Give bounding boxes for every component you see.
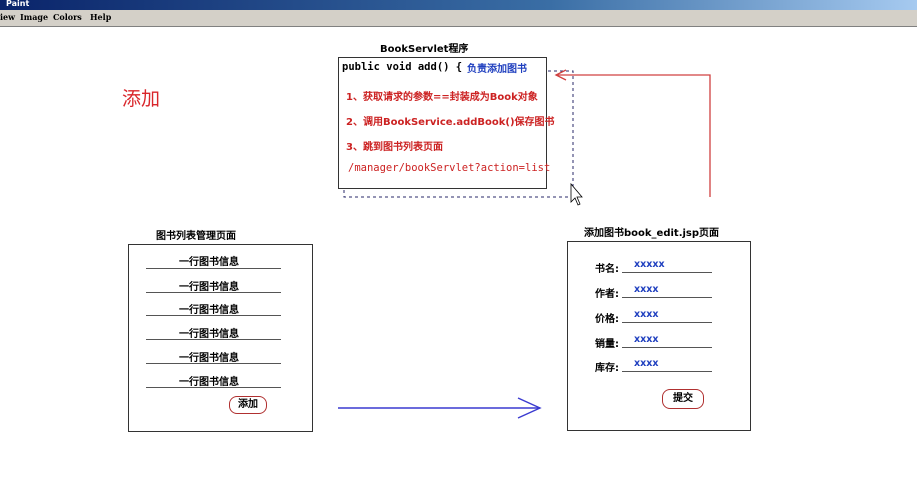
- field-label-price: 价格:: [595, 314, 619, 325]
- list-row-1: 一行图书信息: [179, 257, 239, 268]
- list-row-underline: [146, 292, 281, 293]
- servlet-title: BookServlet程序: [380, 44, 469, 55]
- field-value-author: xxxx: [634, 284, 659, 295]
- title-bar: Paint: [0, 0, 917, 10]
- list-row-underline: [146, 387, 281, 388]
- paint-canvas[interactable]: 添加 BookServlet程序 public void add() { 负责添…: [0, 27, 917, 498]
- window-title: Paint: [6, 0, 30, 8]
- list-row-underline: [146, 339, 281, 340]
- menu-bar: iew Image Colors Help: [0, 10, 917, 27]
- field-label-sales: 销量:: [595, 339, 619, 350]
- servlet-redirect-url: /manager/bookServlet?action=list: [348, 162, 551, 174]
- list-row-underline: [146, 268, 281, 269]
- list-page-box: 一行图书信息 一行图书信息 一行图书信息 一行图书信息 一行图书信息 一行图书信…: [128, 244, 313, 432]
- servlet-step-1: 1、获取请求的参数==封装成为Book对象: [346, 92, 538, 103]
- list-row-6: 一行图书信息: [179, 377, 239, 388]
- menu-view[interactable]: iew: [0, 12, 15, 22]
- field-label-stock: 库存:: [595, 363, 619, 374]
- list-row-underline: [146, 363, 281, 364]
- mouse-cursor-icon: [570, 182, 583, 206]
- menu-colors[interactable]: Colors: [53, 12, 82, 22]
- submit-button: 提交: [662, 389, 704, 409]
- field-label-author: 作者:: [595, 289, 619, 300]
- field-value-sales: xxxx: [634, 334, 659, 345]
- servlet-method-comment: 负责添加图书: [467, 64, 527, 75]
- add-button: 添加: [229, 396, 267, 414]
- field-value-title: xxxxx: [634, 259, 665, 270]
- field-underline: [622, 371, 712, 372]
- list-page-title: 图书列表管理页面: [156, 231, 236, 242]
- servlet-method-signature: public void add() {: [342, 61, 463, 73]
- field-label-title: 书名:: [595, 264, 619, 275]
- list-row-2: 一行图书信息: [179, 282, 239, 293]
- menu-image[interactable]: Image: [20, 12, 48, 22]
- diagram-heading: 添加: [122, 88, 161, 110]
- field-underline: [622, 322, 712, 323]
- field-underline: [622, 272, 712, 273]
- field-value-stock: xxxx: [634, 358, 659, 369]
- edit-page-box: 书名: xxxxx 作者: xxxx 价格: xxxx 销量: xxxx 库存:…: [567, 241, 751, 431]
- return-arrow-line: [556, 74, 711, 197]
- field-underline: [622, 297, 712, 298]
- edit-page-title: 添加图书book_edit.jsp页面: [584, 228, 720, 239]
- servlet-step-3: 3、跳到图书列表页面: [346, 142, 443, 153]
- list-row-4: 一行图书信息: [179, 329, 239, 340]
- menu-help[interactable]: Help: [90, 12, 111, 22]
- list-row-5: 一行图书信息: [179, 353, 239, 364]
- servlet-step-2: 2、调用BookService.addBook()保存图书: [346, 117, 555, 128]
- servlet-box: public void add() { 负责添加图书 1、获取请求的参数==封装…: [338, 57, 555, 189]
- field-underline: [622, 347, 712, 348]
- list-row-underline: [146, 315, 281, 316]
- field-value-price: xxxx: [634, 309, 659, 320]
- list-row-3: 一行图书信息: [179, 305, 239, 316]
